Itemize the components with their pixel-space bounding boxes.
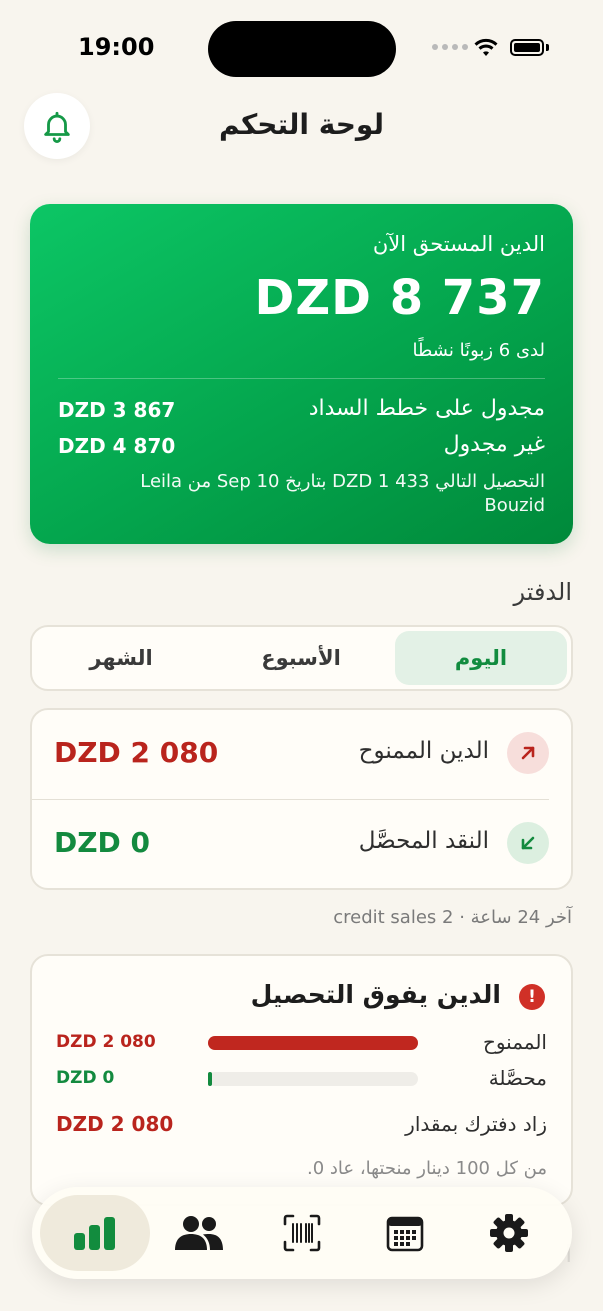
given-bar-fill xyxy=(208,1036,418,1050)
outstanding-label: الدين المستحق الآن xyxy=(372,232,545,256)
given-bar-label: الممنوح xyxy=(482,1030,547,1054)
ledger-stats-card: الدين الممنوح DZD 2 080 النقد المحصَّل D… xyxy=(30,708,573,890)
tab-scan[interactable] xyxy=(247,1195,357,1271)
tab-week[interactable]: الأسبوع xyxy=(215,631,387,685)
tab-today[interactable]: اليوم xyxy=(395,631,567,685)
tab-calendar[interactable] xyxy=(350,1195,460,1271)
notifications-button[interactable] xyxy=(24,93,90,159)
cash-collected-label: النقد المحصَّل xyxy=(358,828,489,854)
bell-icon xyxy=(44,111,70,143)
arrow-down-left-icon xyxy=(507,822,549,864)
scheduled-value: DZD 3 867 xyxy=(58,398,176,422)
alert-icon: ! xyxy=(519,984,545,1010)
collected-bar-label: محصَّلة xyxy=(488,1066,547,1090)
collected-bar-fill xyxy=(208,1072,212,1086)
scheduled-label: مجدول على خطط السداد xyxy=(308,396,545,421)
debt-vs-collection-card[interactable]: ! الدين يفوق التحصيل الممنوح DZD 2 080 م… xyxy=(30,954,573,1206)
tab-dashboard[interactable] xyxy=(40,1195,150,1271)
ledger-title: الدفتر xyxy=(513,578,572,606)
outstanding-debt-card[interactable]: الدين المستحق الآن DZD 8 737 لدى 6 زبونً… xyxy=(30,204,573,544)
arrow-up-right-icon xyxy=(507,732,549,774)
given-bar-value: DZD 2 080 xyxy=(56,1032,156,1052)
next-collection-text: التحصيل التالي DZD 1 433 بتاريخ Sep 10 م… xyxy=(140,471,545,516)
cash-collected-row[interactable]: النقد المحصَّل DZD 0 xyxy=(32,800,571,888)
wifi-icon xyxy=(474,38,498,56)
dynamic-island xyxy=(208,21,396,77)
credit-given-label: الدين الممنوح xyxy=(358,738,489,764)
collected-bar-value: DZD 0 xyxy=(56,1068,115,1088)
gear-icon xyxy=(490,1214,528,1252)
barcode-scan-icon xyxy=(283,1214,321,1252)
collection-ratio-note: من كل 100 دينار منحتها، عاد 0. xyxy=(306,1158,547,1179)
given-bar-track xyxy=(208,1036,418,1050)
cellular-signal-icon xyxy=(432,44,468,50)
unscheduled-value: DZD 4 870 xyxy=(58,434,176,458)
battery-icon xyxy=(510,39,544,56)
users-icon xyxy=(175,1216,223,1250)
cash-collected-value: DZD 0 xyxy=(54,826,151,859)
calendar-icon xyxy=(386,1216,424,1252)
page-title: لوحة التحكم xyxy=(219,108,384,141)
unscheduled-label: غير مجدول xyxy=(443,432,545,457)
collected-bar-track xyxy=(208,1072,418,1086)
bar-chart-icon xyxy=(74,1217,115,1250)
divider xyxy=(58,378,545,379)
period-segmented-control: اليوم الأسبوع الشهر xyxy=(30,625,573,691)
active-customers-text: لدى 6 زبونًا نشطًا xyxy=(412,340,545,361)
credit-given-value: DZD 2 080 xyxy=(54,736,219,769)
tab-customers[interactable] xyxy=(144,1195,254,1271)
tab-settings[interactable] xyxy=(454,1195,564,1271)
credit-given-row[interactable]: الدين الممنوح DZD 2 080 xyxy=(32,710,571,798)
ledger-grew-label: زاد دفترك بمقدار xyxy=(405,1112,547,1136)
comparison-title: الدين يفوق التحصيل xyxy=(250,980,501,1009)
bottom-tab-bar xyxy=(32,1187,572,1279)
period-meta-text: آخر 24 ساعة · 2 credit sales xyxy=(333,907,572,928)
status-time: 19:00 xyxy=(78,33,155,61)
tab-month[interactable]: الشهر xyxy=(35,631,207,685)
ledger-grew-value: DZD 2 080 xyxy=(56,1112,174,1136)
outstanding-amount: DZD 8 737 xyxy=(254,270,545,326)
battery-tip xyxy=(546,44,549,51)
